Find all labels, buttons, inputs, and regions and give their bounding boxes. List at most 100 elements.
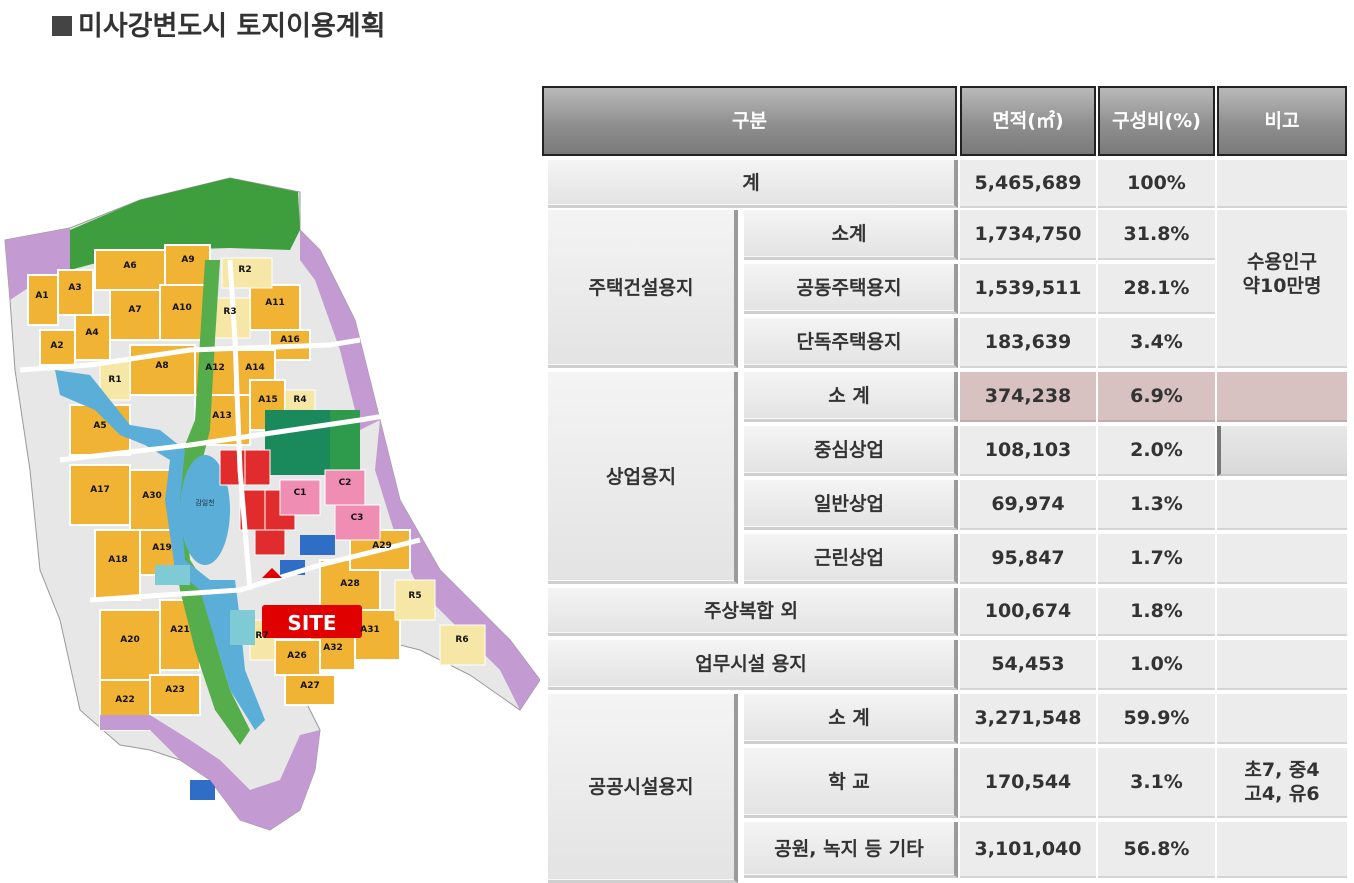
housing-row-ratio: 31.8% xyxy=(1098,210,1215,260)
housing-row-label: 공동주택용지 xyxy=(744,264,958,314)
housing-row-area: 1,734,750 xyxy=(960,210,1096,260)
block-label-r4: R4 xyxy=(293,395,306,405)
housing-row-area: 1,539,511 xyxy=(960,264,1096,314)
public-row-label: 학 교 xyxy=(744,748,958,818)
business-note xyxy=(1217,640,1347,690)
block-label-a20: A20 xyxy=(120,635,140,645)
mixed-note xyxy=(1217,588,1347,636)
teal-block-2 xyxy=(230,610,255,645)
public-row-note xyxy=(1217,694,1347,744)
housing-row-area: 183,639 xyxy=(960,318,1096,368)
block-label-a27: A27 xyxy=(300,681,320,691)
block-label-r3: R3 xyxy=(223,307,236,317)
commercial-row-ratio: 6.9% xyxy=(1098,372,1215,422)
block-label-r1: R1 xyxy=(108,375,121,385)
header-note: 비고 xyxy=(1217,86,1347,156)
block-label-a11: A11 xyxy=(265,298,285,308)
commercial-red-2 xyxy=(244,449,271,486)
block-label-c2: C2 xyxy=(339,478,352,488)
business-area: 54,453 xyxy=(960,640,1096,690)
block-label-c1: C1 xyxy=(294,488,307,498)
block-label-r5: R5 xyxy=(408,591,421,601)
block-label-a14: A14 xyxy=(245,363,265,373)
public-label: 공공시설용지 xyxy=(548,694,738,883)
housing-row-label: 단독주택용지 xyxy=(744,318,958,368)
block-label-a10: A10 xyxy=(172,303,192,313)
housing-label: 주택건설용지 xyxy=(548,210,738,368)
commercial-row-label: 중심상업 xyxy=(744,426,958,476)
commercial-row-note xyxy=(1217,426,1347,476)
block-label-a29: A29 xyxy=(372,541,392,551)
block-label-a3: A3 xyxy=(68,283,81,293)
commercial-row-label: 소 계 xyxy=(744,372,958,422)
block-label-r7: R7 xyxy=(255,631,268,641)
block-label-a19: A19 xyxy=(152,543,172,553)
block-a9 xyxy=(164,244,211,286)
header-category: 구분 xyxy=(542,86,957,156)
square-bullet-icon xyxy=(52,16,72,36)
lake-label: 감일천 xyxy=(195,498,214,507)
block-label-a28: A28 xyxy=(340,579,360,589)
commercial-row-ratio: 1.7% xyxy=(1098,534,1215,584)
block-label-a7: A7 xyxy=(128,305,141,315)
business-label: 업무시설 용지 xyxy=(548,640,958,690)
block-label-c3: C3 xyxy=(351,513,364,523)
commercial-red-5 xyxy=(254,529,286,556)
block-label-a31: A31 xyxy=(360,625,380,635)
commercial-row-area: 374,238 xyxy=(960,372,1096,422)
block-label-a18: A18 xyxy=(108,555,128,565)
block-label-r2: R2 xyxy=(238,265,251,275)
public-row-note xyxy=(1217,822,1347,878)
page-title-text: 미사강변도시 토지이용계획 xyxy=(78,11,386,42)
block-r6 xyxy=(439,624,486,666)
business-ratio: 1.0% xyxy=(1098,640,1215,690)
block-a23 xyxy=(149,674,201,716)
block-label-a8: A8 xyxy=(155,361,168,371)
block-label-r6: R6 xyxy=(455,635,468,645)
block-label-a6: A6 xyxy=(123,261,136,271)
header-ratio: 구성비(%) xyxy=(1098,86,1215,156)
block-label-a9: A9 xyxy=(181,255,194,265)
housing-row-label: 소계 xyxy=(744,210,958,260)
blue-block-1 xyxy=(300,535,335,555)
commercial-row-note xyxy=(1217,534,1347,584)
commercial-row-area: 95,847 xyxy=(960,534,1096,584)
block-label-a17: A17 xyxy=(90,485,110,495)
commercial-label: 상업용지 xyxy=(548,372,738,584)
block-label-a15: A15 xyxy=(258,395,278,405)
commercial-row-area: 108,103 xyxy=(960,426,1096,476)
block-label-a13: A13 xyxy=(212,411,232,421)
housing-row-ratio: 28.1% xyxy=(1098,264,1215,314)
public-row-ratio: 59.9% xyxy=(1098,694,1215,744)
land-use-map: SITE 감일천 A1 A2 A3 A4 A5 A6 A7 A8 A9 A10 A11 A12 A13 A… xyxy=(4,177,540,831)
commercial-row-area: 69,974 xyxy=(960,480,1096,530)
block-a7 xyxy=(109,289,161,341)
block-label-a23: A23 xyxy=(165,685,185,695)
block-label-a32: A32 xyxy=(323,643,343,653)
public-row-area: 170,544 xyxy=(960,748,1096,818)
block-label-a30: A30 xyxy=(142,491,162,501)
block-label-a21: A21 xyxy=(170,625,190,635)
public-row-label: 공원, 녹지 등 기타 xyxy=(744,822,958,878)
mixed-label: 주상복합 외 xyxy=(548,588,958,636)
header-area: 면적(㎡) xyxy=(960,86,1096,156)
blue-block-3 xyxy=(190,780,215,800)
public-row-area: 3,101,040 xyxy=(960,822,1096,878)
public-row-ratio: 3.1% xyxy=(1098,748,1215,818)
commercial-row-label: 일반상업 xyxy=(744,480,958,530)
block-a18 xyxy=(94,529,141,601)
block-label-a4: A4 xyxy=(85,328,98,338)
land-use-table: 구분 면적(㎡) 구성비(%) 비고 계 5,465,689 100% 주택건설… xyxy=(540,82,1350,883)
commercial-row-note xyxy=(1217,372,1347,422)
block-label-a5: A5 xyxy=(93,421,106,431)
commercial-row-ratio: 2.0% xyxy=(1098,426,1215,476)
commercial-row-note xyxy=(1217,480,1347,530)
block-label-a12: A12 xyxy=(205,363,225,373)
housing-row-ratio: 3.4% xyxy=(1098,318,1215,368)
block-label-a1: A1 xyxy=(35,291,48,301)
site-label: SITE xyxy=(287,611,336,635)
public-row-label: 소 계 xyxy=(744,694,958,744)
mixed-area: 100,674 xyxy=(960,588,1096,636)
mixed-ratio: 1.8% xyxy=(1098,588,1215,636)
block-a20 xyxy=(99,609,161,681)
